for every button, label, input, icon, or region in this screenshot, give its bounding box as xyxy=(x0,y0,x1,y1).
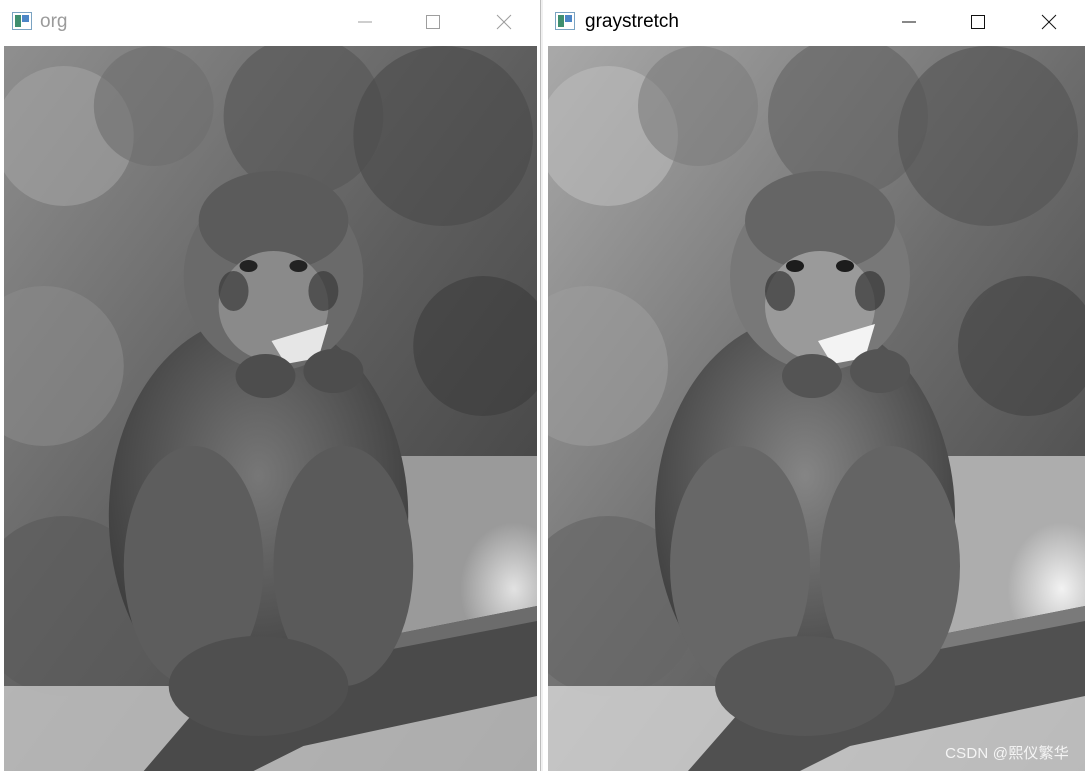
close-icon xyxy=(1041,14,1057,30)
close-button[interactable] xyxy=(1026,0,1072,44)
close-icon xyxy=(496,14,512,30)
maximize-button[interactable] xyxy=(410,0,456,44)
minimize-icon xyxy=(902,21,916,23)
graystretch-window: graystretch CSDN @熙仪繁华 xyxy=(543,0,1088,771)
maximize-button[interactable] xyxy=(955,0,1001,44)
minimize-button[interactable] xyxy=(886,0,932,44)
minimize-button[interactable] xyxy=(342,0,388,44)
image-canvas xyxy=(4,46,537,771)
monkey-photo xyxy=(4,46,537,771)
window-title: org xyxy=(40,11,68,32)
title-bar[interactable]: graystretch xyxy=(543,0,1088,44)
close-button[interactable] xyxy=(481,0,527,44)
maximize-icon xyxy=(426,15,440,29)
app-icon xyxy=(12,12,32,30)
monkey-photo xyxy=(548,46,1085,771)
app-icon xyxy=(555,12,575,30)
org-window: org xyxy=(0,0,541,771)
watermark-text: CSDN @熙仪繁华 xyxy=(945,745,1069,762)
image-canvas: CSDN @熙仪繁华 xyxy=(548,46,1085,771)
title-bar[interactable]: org xyxy=(0,0,540,44)
minimize-icon xyxy=(358,21,372,23)
window-title: graystretch xyxy=(585,11,679,32)
maximize-icon xyxy=(971,15,985,29)
